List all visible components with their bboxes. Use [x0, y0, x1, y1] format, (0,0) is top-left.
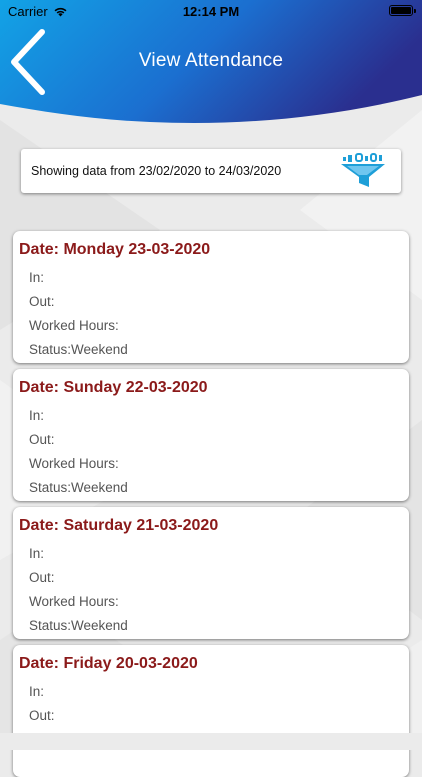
attendance-worked-hours: Worked Hours: [29, 318, 119, 333]
attendance-date: Date: Monday 23-03-2020 [19, 241, 211, 258]
header: Carrier 12:14 PM View Attendance [0, 0, 422, 125]
bottom-edge [0, 733, 422, 750]
status-time: 12:14 PM [182, 4, 240, 19]
attendance-card[interactable]: Date: Sunday 22-03-2020 In: Out: Worked … [13, 369, 409, 501]
attendance-date: Date: Sunday 22-03-2020 [19, 379, 208, 396]
attendance-in: In: [29, 684, 45, 699]
attendance-worked-hours: Worked Hours: [29, 456, 119, 471]
attendance-in: In: [29, 546, 45, 561]
battery-icon [389, 5, 416, 16]
page-title: View Attendance [138, 50, 284, 71]
filter-funnel-icon [341, 153, 385, 187]
attendance-card[interactable]: Date: Friday 20-03-2020 In: Out: [13, 645, 409, 777]
attendance-date: Date: Saturday 21-03-2020 [19, 517, 219, 534]
attendance-status: Status:Weekend [29, 342, 128, 357]
attendance-out: Out: [29, 570, 55, 585]
filter-button[interactable] [339, 153, 387, 194]
attendance-card[interactable]: Date: Monday 23-03-2020 In: Out: Worked … [13, 231, 409, 363]
attendance-worked-hours: Worked Hours: [29, 594, 119, 609]
attendance-out: Out: [29, 432, 55, 447]
status-bar: Carrier 12:14 PM [0, 0, 422, 22]
attendance-date: Date: Friday 20-03-2020 [19, 655, 198, 672]
date-range-text: Showing data from 23/02/2020 to 24/03/20… [31, 164, 282, 178]
attendance-card[interactable]: Date: Saturday 21-03-2020 In: Out: Worke… [13, 507, 409, 639]
attendance-status: Status:Weekend [29, 480, 128, 495]
attendance-out: Out: [29, 708, 55, 723]
attendance-in: In: [29, 270, 45, 285]
attendance-in: In: [29, 408, 45, 423]
date-range-filter: Showing data from 23/02/2020 to 24/03/20… [21, 149, 401, 193]
attendance-out: Out: [29, 294, 55, 309]
attendance-status: Status:Weekend [29, 618, 128, 633]
